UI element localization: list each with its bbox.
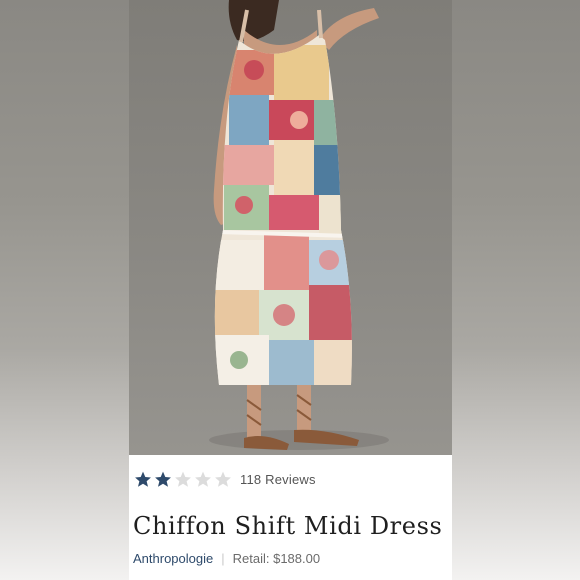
star-filled-icon <box>153 470 173 489</box>
reviews-link[interactable]: 118 Reviews <box>240 472 316 487</box>
retail-price: Retail: $188.00 <box>232 551 321 566</box>
product-photo <box>129 0 452 455</box>
product-title: Chiffon Shift Midi Dress <box>133 512 443 540</box>
divider: | <box>221 551 225 566</box>
star-rating[interactable]: 118 Reviews <box>133 470 316 489</box>
star-empty-icon <box>193 470 213 489</box>
star-empty-icon <box>173 470 193 489</box>
star-filled-icon <box>133 470 153 489</box>
brand-link[interactable]: Anthropologie <box>133 551 213 566</box>
star-empty-icon <box>213 470 233 489</box>
product-info-panel: 118 Reviews Chiffon Shift Midi Dress Ant… <box>129 455 452 580</box>
product-meta: Anthropologie | Retail: $188.00 <box>133 551 320 566</box>
